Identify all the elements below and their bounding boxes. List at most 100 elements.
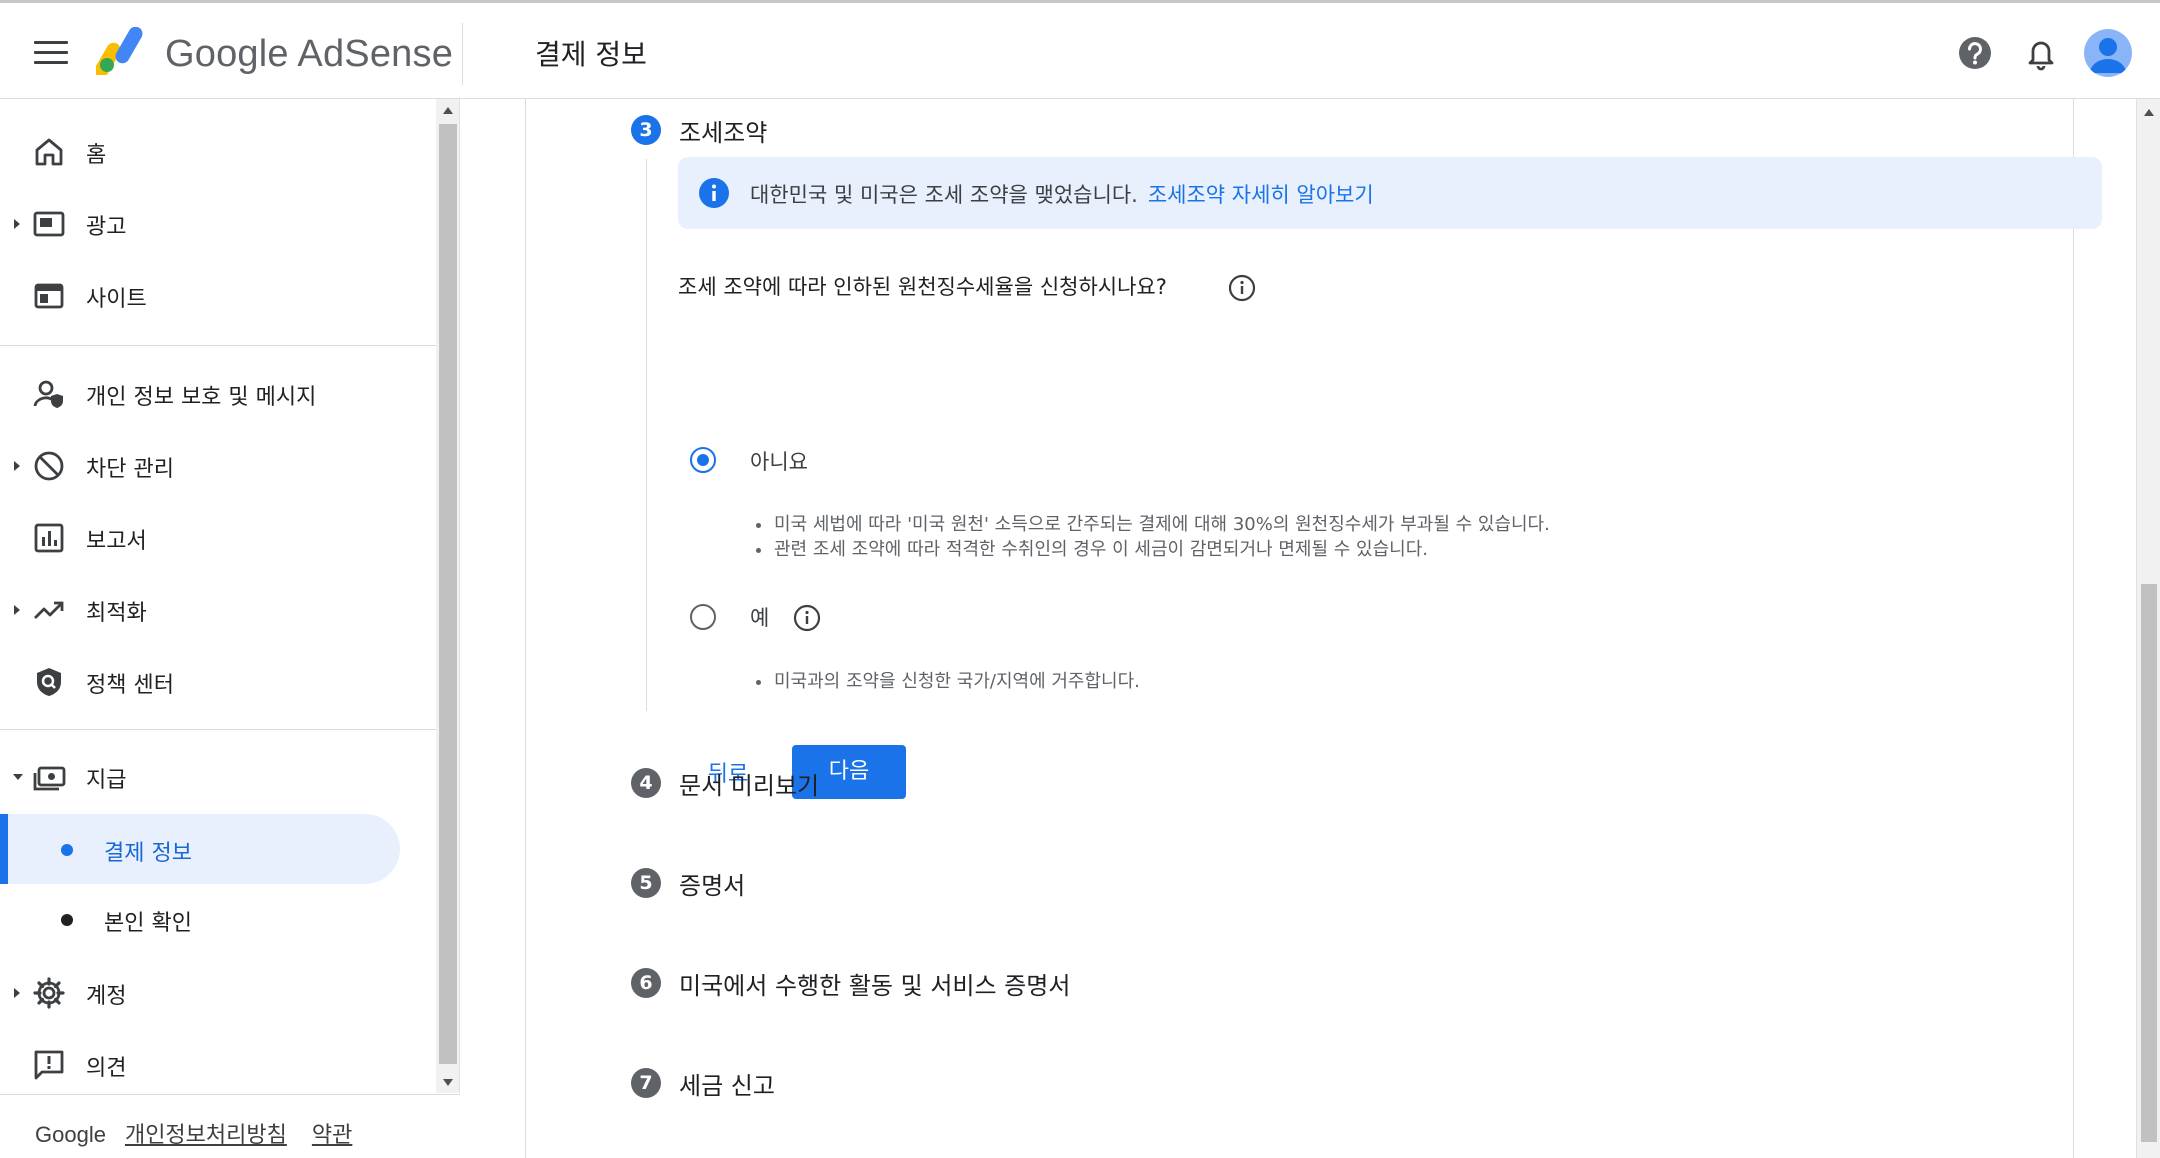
sidebar-subitem-identity-verification[interactable]: 본인 확인 — [0, 884, 400, 954]
list-item: 미국 세법에 따라 '미국 원천' 소득으로 간주되는 결제에 대해 30%의 … — [754, 512, 1550, 537]
gear-icon — [33, 977, 65, 1009]
radio-no-label[interactable]: 아니요 — [750, 446, 808, 476]
sidebar-divider — [0, 729, 436, 730]
step-title-tax-filing[interactable]: 세금 신고 — [679, 1066, 775, 1101]
scrollbar-thumb[interactable] — [2141, 584, 2157, 1142]
yes-info-icon[interactable] — [793, 604, 821, 632]
sidebar-item-label: 차단 관리 — [86, 457, 174, 482]
top-app-bar: Google AdSense 결제 정보 — [0, 0, 2160, 99]
help-icon[interactable] — [1955, 33, 1995, 73]
expand-caret-icon — [14, 461, 20, 471]
adsense-logo-icon — [96, 27, 143, 75]
step-number-badge: 4 — [631, 768, 661, 798]
expand-caret-icon — [14, 988, 20, 998]
step-number-badge: 7 — [631, 1068, 661, 1098]
account-avatar[interactable] — [2084, 29, 2132, 77]
sidebar-subitem-label: 결제 정보 — [104, 841, 192, 866]
step-title-certificate[interactable]: 증명서 — [679, 866, 745, 901]
sidebar-item-label: 개인 정보 보호 및 메시지 — [86, 385, 317, 410]
feedback-icon — [34, 1050, 64, 1080]
sidebar-item-label: 계정 — [86, 984, 127, 1009]
main-menu-icon[interactable] — [34, 41, 68, 67]
scroll-up-arrow-icon[interactable] — [443, 107, 453, 114]
sidebar-subitem-payment-info[interactable]: 결제 정보 — [0, 814, 400, 884]
optimization-icon — [34, 601, 64, 619]
radio-yes-label[interactable]: 예 — [750, 602, 769, 632]
payments-icon — [33, 766, 66, 791]
collapse-caret-icon — [13, 774, 23, 780]
sidebar-item-optimization[interactable]: 최적화 — [0, 573, 440, 645]
sidebar-item-ads[interactable]: 광고 — [0, 187, 440, 259]
step-title-document-preview[interactable]: 문서 미리보기 — [679, 766, 819, 801]
scrollbar-thumb[interactable] — [439, 124, 457, 1064]
treaty-info-text: 대한민국 및 미국은 조세 조약을 맺었습니다. 조세조약 자세히 알아보기 — [750, 179, 1374, 209]
scroll-up-arrow-icon[interactable] — [2144, 109, 2154, 116]
main-content: 3 조세조약 대한민국 및 미국은 조세 조약을 맺었습니다. 조세조약 자세히 … — [460, 99, 2136, 1158]
radio-yes[interactable] — [690, 604, 716, 630]
sidebar-item-label: 홈 — [86, 143, 107, 168]
learn-more-treaty-link[interactable]: 조세조약 자세히 알아보기 — [1148, 183, 1374, 207]
expand-caret-icon — [14, 219, 20, 229]
footer-divider — [0, 1094, 460, 1095]
notifications-icon[interactable] — [2021, 33, 2061, 73]
step-title-us-activities[interactable]: 미국에서 수행한 활동 및 서비스 증명서 — [679, 966, 1070, 1001]
policy-center-icon — [37, 668, 61, 696]
info-icon — [699, 178, 729, 208]
ads-icon — [33, 211, 65, 237]
radio-no[interactable] — [690, 447, 716, 473]
sidebar-item-label: 사이트 — [86, 287, 147, 312]
sidebar-item-label: 의견 — [86, 1056, 127, 1081]
sidebar-item-account[interactable]: 계정 — [0, 956, 440, 1028]
treaty-question: 조세 조약에 따라 인하된 원천징수세율을 신청하시나요? — [678, 275, 1167, 299]
step-title-current: 조세조약 — [679, 119, 768, 147]
sidebar-item-label: 보고서 — [86, 529, 147, 554]
sidebar-divider — [0, 345, 436, 346]
step-number-badge: 5 — [631, 868, 661, 898]
question-info-icon[interactable] — [1228, 274, 1256, 302]
no-option-details: 미국 세법에 따라 '미국 원천' 소득으로 간주되는 결제에 대해 30%의 … — [754, 512, 1550, 562]
sidebar-item-home[interactable]: 홈 — [0, 115, 440, 187]
expand-caret-icon — [14, 605, 20, 615]
google-wordmark: Google — [35, 1122, 106, 1147]
sidebar-item-sites[interactable]: 사이트 — [0, 259, 440, 331]
scroll-down-arrow-icon[interactable] — [443, 1079, 453, 1086]
sidebar-subitem-label: 본인 확인 — [104, 911, 192, 936]
active-indicator — [0, 814, 8, 884]
treaty-info-banner: 대한민국 및 미국은 조세 조약을 맺었습니다. 조세조약 자세히 알아보기 — [678, 157, 2102, 229]
privacy-policy-link[interactable]: 개인정보처리방침 — [125, 1123, 287, 1148]
sidebar-scrollbar[interactable] — [436, 99, 460, 1093]
step-number-badge: 3 — [631, 115, 661, 145]
sidebar-item-label: 지급 — [86, 768, 127, 793]
page-title: 결제 정보 — [535, 38, 647, 71]
terms-link[interactable]: 약관 — [312, 1123, 352, 1148]
sidebar-item-privacy-messaging[interactable]: 개인 정보 보호 및 메시지 — [0, 357, 440, 429]
reports-icon — [34, 523, 64, 553]
sidebar-item-label: 광고 — [86, 215, 127, 240]
sidebar-item-feedback[interactable]: 의견 — [0, 1028, 440, 1100]
sidebar-item-block-management[interactable]: 차단 관리 — [0, 429, 440, 501]
tax-form-card: 3 조세조약 대한민국 및 미국은 조세 조약을 맺었습니다. 조세조약 자세히 … — [525, 99, 2102, 1158]
sidebar-item-payments[interactable]: 지급 — [0, 740, 440, 812]
block-icon — [34, 451, 64, 481]
main-scrollbar[interactable] — [2136, 99, 2160, 1158]
sidebar-item-label: 정책 센터 — [86, 673, 174, 698]
privacy-messaging-icon — [33, 380, 63, 408]
header-divider — [462, 23, 463, 85]
sidebar-item-policy-center[interactable]: 정책 센터 — [0, 645, 440, 717]
yes-option-details: 미국과의 조약을 신청한 국가/지역에 거주합니다. — [754, 669, 1140, 694]
bullet-dot-icon — [61, 844, 73, 856]
app-name: Google AdSense — [165, 33, 454, 75]
sidebar-item-reports[interactable]: 보고서 — [0, 501, 440, 573]
sidebar-footer: Google 개인정보처리방침 약관 — [35, 1117, 370, 1149]
home-icon — [35, 138, 63, 166]
user-silhouette-icon — [2090, 38, 2126, 73]
treaty-info-message: 대한민국 및 미국은 조세 조약을 맺었습니다. — [750, 183, 1138, 207]
bullet-dot-icon — [61, 914, 73, 926]
sites-icon — [34, 283, 64, 309]
list-item: 관련 조세 조약에 따라 적격한 수취인의 경우 이 세금이 감면되거나 면제될… — [754, 537, 1550, 562]
step-connector-line — [646, 159, 647, 711]
step-number-badge: 6 — [631, 968, 661, 998]
sidebar-item-label: 최적화 — [86, 601, 147, 626]
list-item: 미국과의 조약을 신청한 국가/지역에 거주합니다. — [754, 669, 1140, 694]
sidebar: 홈 광고 사이트 개인 정보 보호 및 메시지 차단 관리 보고서 최적화 정책… — [0, 99, 460, 1158]
